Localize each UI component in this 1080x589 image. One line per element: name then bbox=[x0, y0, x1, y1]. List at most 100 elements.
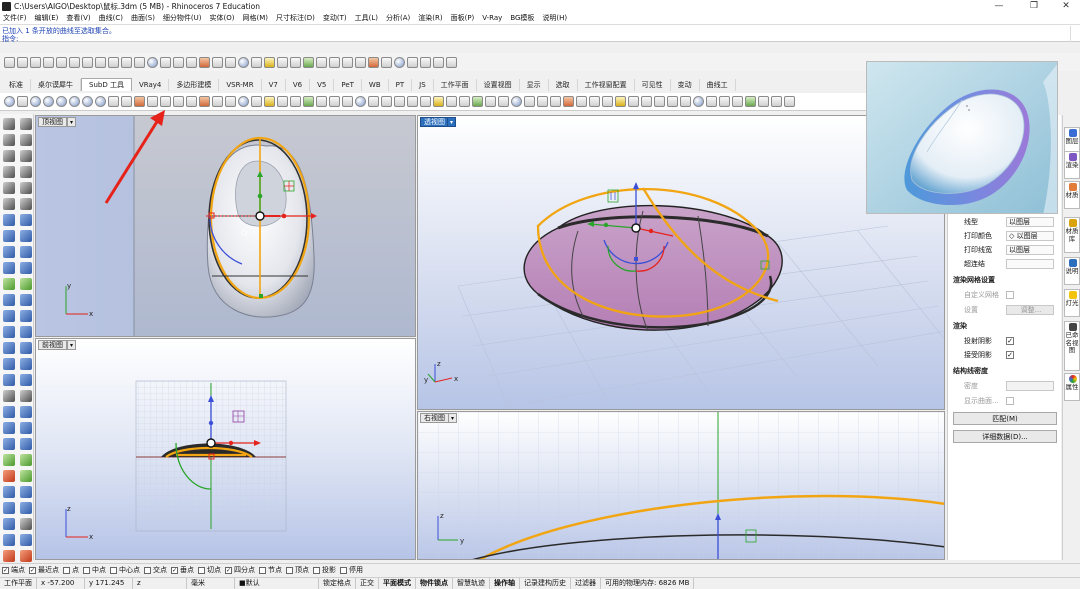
light-tool-icon[interactable] bbox=[3, 518, 15, 530]
status-smarttrack[interactable]: 智慧轨迹 bbox=[453, 577, 490, 589]
dimension-icon[interactable] bbox=[3, 470, 15, 482]
subd-group-icon[interactable] bbox=[628, 96, 639, 107]
osnap-center[interactable]: 中心点 bbox=[110, 565, 140, 575]
new-file-icon[interactable] bbox=[4, 56, 15, 68]
subd-split-icon[interactable] bbox=[329, 96, 340, 107]
osnap-mid[interactable]: 中点 bbox=[83, 565, 106, 575]
details-button[interactable]: 详细数据(D)... bbox=[953, 430, 1057, 443]
subd-settings-icon[interactable] bbox=[498, 96, 509, 107]
pan-icon[interactable] bbox=[134, 56, 145, 68]
zoom-extents-icon[interactable] bbox=[186, 56, 197, 68]
lock-icon[interactable] bbox=[342, 56, 353, 68]
render-icon[interactable] bbox=[303, 56, 314, 68]
flow-icon[interactable] bbox=[20, 534, 32, 546]
zoom-icon[interactable] bbox=[160, 56, 171, 68]
menu-analyze[interactable]: 分析(A) bbox=[386, 13, 410, 23]
side-tab-named-views[interactable]: 已命名视图 bbox=[1064, 321, 1080, 371]
points-on-icon[interactable] bbox=[20, 390, 32, 402]
receive-shadows-checkbox[interactable]: ✓ bbox=[1006, 351, 1014, 359]
print-icon[interactable] bbox=[43, 56, 54, 68]
subd-analyze-icon[interactable] bbox=[472, 96, 483, 107]
side-tab-material-library[interactable]: 材质库 bbox=[1064, 217, 1080, 253]
subd-append-icon[interactable] bbox=[342, 96, 353, 107]
subd-mirror-icon[interactable] bbox=[654, 96, 665, 107]
menu-solid[interactable]: 实体(O) bbox=[210, 13, 235, 23]
subd-crease-icon[interactable] bbox=[134, 96, 145, 107]
linetype-select[interactable]: 以图层 bbox=[1006, 217, 1054, 227]
subd-orient-icon[interactable] bbox=[719, 96, 730, 107]
menu-edit[interactable]: 编辑(E) bbox=[35, 13, 59, 23]
menu-panels[interactable]: 面板(P) bbox=[451, 13, 475, 23]
subd-rotate-icon[interactable] bbox=[693, 96, 704, 107]
osnap-disable[interactable]: 停用 bbox=[340, 565, 363, 575]
copy-obj-icon[interactable] bbox=[20, 310, 32, 322]
osnap-perpendicular[interactable]: ✓ 垂点 bbox=[171, 565, 194, 575]
viewport-top-label[interactable]: 顶视图 bbox=[38, 117, 67, 127]
custom-mesh-checkbox[interactable] bbox=[1006, 291, 1014, 299]
array-icon[interactable] bbox=[20, 342, 32, 354]
subd-gumball-icon[interactable] bbox=[407, 96, 418, 107]
subd-offset-icon[interactable] bbox=[225, 96, 236, 107]
boolean-union-icon[interactable] bbox=[3, 278, 15, 290]
camera-icon[interactable] bbox=[20, 518, 32, 530]
show-surface-checkbox[interactable] bbox=[1006, 397, 1014, 405]
status-ortho[interactable]: 正交 bbox=[356, 577, 379, 589]
status-planar[interactable]: 平面模式 bbox=[379, 577, 416, 589]
print-color-select[interactable]: ◇ 以图层 bbox=[1006, 231, 1054, 241]
tab-pt[interactable]: PT bbox=[389, 79, 413, 91]
subd-loft-icon[interactable] bbox=[121, 96, 132, 107]
four-viewports-icon[interactable] bbox=[225, 56, 236, 68]
options-icon[interactable] bbox=[433, 56, 444, 68]
ellipse-icon[interactable] bbox=[3, 166, 15, 178]
shaded-icon[interactable] bbox=[420, 56, 431, 68]
command-scrollbar[interactable] bbox=[1070, 26, 1078, 42]
offset-curve-icon[interactable] bbox=[3, 198, 15, 210]
subd-delete-icon[interactable] bbox=[199, 96, 210, 107]
menu-render[interactable]: 渲染(R) bbox=[418, 13, 442, 23]
join-icon[interactable] bbox=[3, 374, 15, 386]
sphere-icon[interactable] bbox=[394, 56, 405, 68]
menu-mesh[interactable]: 网格(M) bbox=[243, 13, 269, 23]
wireframe-icon[interactable] bbox=[407, 56, 418, 68]
rotate-icon[interactable] bbox=[3, 326, 15, 338]
subd-plane-icon[interactable] bbox=[95, 96, 106, 107]
menu-help[interactable]: 说明(H) bbox=[542, 13, 567, 23]
minimize-button[interactable]: — bbox=[985, 0, 1013, 12]
undo-view-icon[interactable] bbox=[212, 56, 223, 68]
tab-transform[interactable]: 变动 bbox=[671, 79, 700, 91]
subd-more-icon[interactable] bbox=[784, 96, 795, 107]
subd-sphere-icon[interactable] bbox=[4, 96, 15, 107]
save-icon[interactable] bbox=[30, 56, 41, 68]
subd-reflect-icon[interactable] bbox=[433, 96, 444, 107]
status-grid-snap[interactable]: 锁定格点 bbox=[319, 577, 356, 589]
box-icon[interactable] bbox=[3, 230, 15, 242]
viewport-top[interactable]: 顶视图 ▾ y x bbox=[35, 115, 416, 337]
fillet-curve-icon[interactable] bbox=[20, 198, 32, 210]
status-osnap[interactable]: 物件锁点 bbox=[416, 577, 453, 589]
subd-join-icon[interactable] bbox=[745, 96, 756, 107]
print-width-select[interactable]: 以图层 bbox=[1006, 245, 1054, 255]
tab-v6[interactable]: V6 bbox=[286, 79, 311, 91]
subd-bridge-icon[interactable] bbox=[147, 96, 158, 107]
menu-surface[interactable]: 曲面(S) bbox=[131, 13, 155, 23]
menu-file[interactable]: 文件(F) bbox=[3, 13, 27, 23]
select-arrow-icon[interactable] bbox=[3, 118, 15, 130]
subd-thicken-icon[interactable] bbox=[316, 96, 327, 107]
side-tab-lights[interactable]: 灯光 bbox=[1064, 289, 1080, 317]
subd-layer-icon[interactable] bbox=[615, 96, 626, 107]
curvature-icon[interactable] bbox=[3, 438, 15, 450]
subd-smooth-icon[interactable] bbox=[264, 96, 275, 107]
menu-bg-template[interactable]: BG模板 bbox=[510, 13, 534, 23]
mirror-icon[interactable] bbox=[3, 342, 15, 354]
density-field[interactable] bbox=[1006, 381, 1054, 391]
osnap-quadrant[interactable]: ✓ 四分点 bbox=[225, 565, 255, 575]
tab-v5[interactable]: V5 bbox=[310, 79, 335, 91]
hide-icon[interactable] bbox=[316, 56, 327, 68]
subd-align-icon[interactable] bbox=[706, 96, 717, 107]
grid-tool-icon[interactable] bbox=[3, 390, 15, 402]
point-icon[interactable] bbox=[20, 118, 32, 130]
subd-fill-icon[interactable] bbox=[160, 96, 171, 107]
mesh-icon[interactable] bbox=[20, 294, 32, 306]
subd-block-icon[interactable] bbox=[602, 96, 613, 107]
tab-poly-modeling[interactable]: 多边形建模 bbox=[169, 79, 220, 91]
